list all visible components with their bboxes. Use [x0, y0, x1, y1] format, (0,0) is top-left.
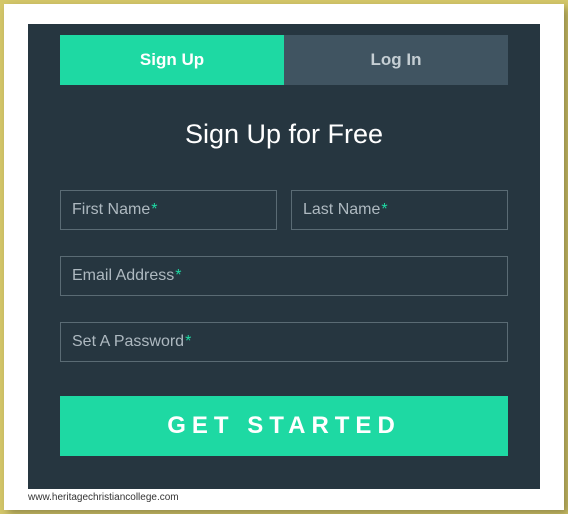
- tab-login[interactable]: Log In: [284, 35, 508, 85]
- tab-signup[interactable]: Sign Up: [60, 35, 284, 85]
- email-wrap: Email Address*: [60, 256, 508, 296]
- name-row: First Name* Last Name*: [60, 190, 508, 230]
- last-name-input[interactable]: [291, 190, 508, 230]
- password-input[interactable]: [60, 322, 508, 362]
- last-name-wrap: Last Name*: [291, 190, 508, 230]
- first-name-input[interactable]: [60, 190, 277, 230]
- get-started-button[interactable]: GET STARTED: [60, 396, 508, 456]
- password-row: Set A Password*: [60, 322, 508, 362]
- password-wrap: Set A Password*: [60, 322, 508, 362]
- signup-card: Sign Up Log In Sign Up for Free First Na…: [28, 24, 540, 489]
- first-name-wrap: First Name*: [60, 190, 277, 230]
- page-container: Sign Up Log In Sign Up for Free First Na…: [4, 4, 564, 510]
- credit-text: www.heritagechristiancollege.com: [28, 492, 540, 503]
- email-row: Email Address*: [60, 256, 508, 296]
- form-title: Sign Up for Free: [60, 119, 508, 150]
- email-input[interactable]: [60, 256, 508, 296]
- auth-tabs: Sign Up Log In: [60, 35, 508, 85]
